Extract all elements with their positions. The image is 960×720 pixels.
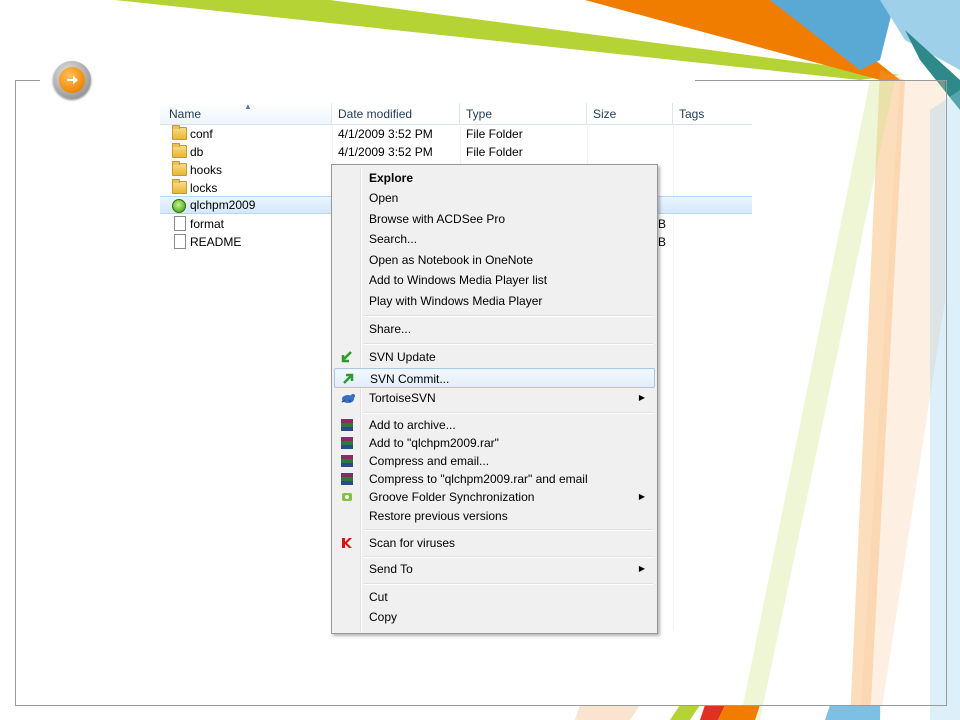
menu-item-explore[interactable]: Explore — [334, 168, 655, 188]
menu-item-restore-versions[interactable]: Restore previous versions — [334, 506, 655, 526]
svn-folder-icon — [172, 199, 186, 213]
folder-icon — [172, 161, 187, 176]
menu-item-add-to-archive[interactable]: Add to archive... — [334, 415, 655, 435]
menu-item-play-wmp[interactable]: Play with Windows Media Player — [334, 291, 655, 311]
menu-item-compress-email[interactable]: Compress and email... — [334, 451, 655, 471]
column-type[interactable]: Type — [460, 103, 587, 124]
column-header: Name ▲ Date modified Type Size Tags — [160, 103, 752, 125]
menu-item-browse-acdsee[interactable]: Browse with ACDSee Pro — [334, 209, 655, 229]
menu-item-label: Open as Notebook in OneNote — [369, 253, 534, 267]
winrar-icon — [340, 454, 354, 468]
context-menu: Explore Open Browse with ACDSee Pro Sear… — [331, 164, 658, 634]
winrar-icon — [340, 436, 354, 450]
winrar-icon — [340, 472, 354, 486]
menu-item-label: Add to archive... — [369, 418, 456, 432]
file-date: 4/1/2009 3:52 PM — [338, 127, 433, 141]
column-tags[interactable]: Tags — [673, 103, 752, 124]
menu-item-label: Add to Windows Media Player list — [369, 273, 548, 287]
menu-item-label: Explore — [369, 171, 414, 185]
menu-separator — [364, 343, 653, 345]
file-size: B — [658, 217, 667, 231]
menu-item-label: Share... — [369, 322, 412, 336]
file-name: locks — [190, 181, 218, 195]
menu-separator — [364, 583, 653, 585]
file-row[interactable]: conf 4/1/2009 3:52 PM File Folder — [160, 125, 752, 143]
menu-item-label: Send To — [369, 562, 413, 576]
menu-item-cut[interactable]: Cut — [334, 587, 655, 607]
folder-icon — [172, 179, 187, 194]
menu-item-label: Copy — [369, 610, 398, 624]
submenu-arrow-icon: ▶ — [638, 564, 645, 573]
file-row[interactable]: db 4/1/2009 3:52 PM File Folder — [160, 143, 752, 161]
menu-item-label: Compress to "qlchpm2009.rar" and email — [369, 472, 588, 486]
menu-separator — [364, 529, 653, 531]
arrow-right-icon — [59, 67, 85, 93]
file-type: File Folder — [466, 127, 523, 141]
kaspersky-icon — [340, 536, 354, 550]
file-name: hooks — [190, 163, 223, 177]
menu-item-search[interactable]: Search... — [334, 229, 655, 249]
menu-item-label: Restore previous versions — [369, 509, 508, 523]
menu-item-add-to-rar[interactable]: Add to "qlchpm2009.rar" — [334, 433, 655, 453]
groove-icon — [340, 490, 354, 504]
document-icon — [174, 216, 186, 231]
menu-item-label: Browse with ACDSee Pro — [369, 212, 506, 226]
menu-item-groove-sync[interactable]: Groove Folder Synchronization ▶ — [334, 487, 655, 507]
menu-item-open-onenote[interactable]: Open as Notebook in OneNote — [334, 250, 655, 270]
svn-commit-icon — [341, 372, 355, 386]
submenu-arrow-icon: ▶ — [638, 393, 645, 402]
next-slide-button[interactable] — [53, 61, 91, 99]
menu-item-svn-update[interactable]: SVN Update — [334, 347, 655, 367]
menu-separator — [364, 315, 653, 317]
menu-item-share[interactable]: Share... — [334, 319, 655, 339]
menu-item-label: SVN Update — [369, 350, 436, 364]
file-name: format — [190, 217, 225, 231]
svn-update-icon — [340, 350, 354, 364]
submenu-arrow-icon: ▶ — [638, 492, 645, 501]
folder-icon — [172, 143, 187, 158]
file-type: File Folder — [466, 145, 523, 159]
tortoisesvn-icon — [340, 391, 355, 405]
folder-icon — [172, 125, 187, 140]
menu-separator — [364, 412, 653, 414]
file-name: conf — [190, 127, 213, 141]
menu-item-label: Play with Windows Media Player — [369, 294, 543, 308]
file-name: db — [190, 145, 204, 159]
menu-item-label: TortoiseSVN — [369, 391, 436, 405]
menu-item-scan-viruses[interactable]: Scan for viruses — [334, 533, 655, 553]
menu-item-label: Groove Folder Synchronization — [369, 490, 535, 504]
column-date-modified[interactable]: Date modified — [332, 103, 460, 124]
menu-item-label: Compress and email... — [369, 454, 490, 468]
file-size: B — [658, 235, 667, 249]
menu-item-label: Scan for viruses — [369, 536, 456, 550]
menu-item-compress-rar-email[interactable]: Compress to "qlchpm2009.rar" and email — [334, 469, 655, 489]
menu-item-add-wmp-list[interactable]: Add to Windows Media Player list — [334, 270, 655, 290]
menu-item-label: SVN Commit... — [370, 372, 450, 386]
menu-item-svn-commit[interactable]: SVN Commit... — [334, 368, 655, 388]
document-icon — [174, 234, 186, 249]
file-name: qlchpm2009 — [190, 198, 256, 212]
menu-item-open[interactable]: Open — [334, 188, 655, 208]
file-name: README — [190, 235, 242, 249]
menu-item-label: Cut — [369, 590, 388, 604]
menu-item-label: Open — [369, 191, 399, 205]
sort-ascending-icon: ▲ — [244, 103, 252, 111]
menu-separator — [364, 556, 653, 558]
column-size[interactable]: Size — [587, 103, 673, 124]
winrar-icon — [340, 418, 354, 432]
file-date: 4/1/2009 3:52 PM — [338, 145, 433, 159]
menu-item-tortoisesvn[interactable]: TortoiseSVN ▶ — [334, 388, 655, 408]
menu-item-label: Add to "qlchpm2009.rar" — [369, 436, 499, 450]
menu-item-copy[interactable]: Copy — [334, 607, 655, 627]
menu-item-label: Search... — [369, 232, 418, 246]
menu-item-send-to[interactable]: Send To ▶ — [334, 559, 655, 579]
